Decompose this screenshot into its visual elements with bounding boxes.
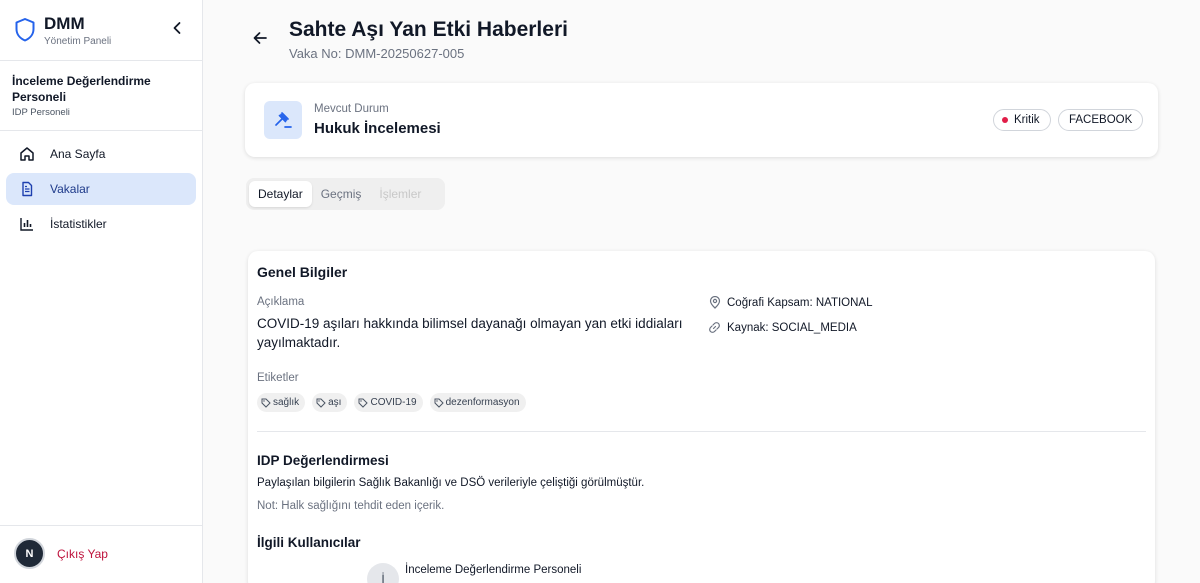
priority-badge: Kritik <box>993 109 1051 131</box>
details-card: Genel Bilgiler Açıklama COVID-19 aşıları… <box>248 251 1155 583</box>
source-text: Kaynak: SOCIAL_MEDIA <box>727 321 857 334</box>
tag: aşı <box>312 393 348 412</box>
description-label: Açıklama <box>257 296 305 308</box>
tag-label: aşı <box>328 397 342 408</box>
status-value: Hukuk İncelemesi <box>314 120 441 137</box>
tag-icon <box>434 398 444 408</box>
brand: DMM Yönetim Paneli <box>14 14 111 47</box>
tag-label: sağlık <box>273 397 300 408</box>
sidebar-item-home[interactable]: Ana Sayfa <box>6 138 196 170</box>
tag-icon <box>316 398 326 408</box>
sidebar-divider <box>0 130 203 131</box>
general-info-title: Genel Bilgiler <box>257 264 348 280</box>
sidebar-item-label: İstatistikler <box>50 217 107 231</box>
tag-label: dezenformasyon <box>445 397 520 408</box>
arrow-left-icon <box>252 30 268 51</box>
sidebar-divider <box>0 60 203 61</box>
related-user: İ İnceleme Değerlendirme Personeli <box>367 563 581 583</box>
home-icon <box>18 145 36 163</box>
bar-chart-icon <box>18 215 36 233</box>
logout-label: Çıkış Yap <box>57 546 108 561</box>
geo-scope: Coğrafi Kapsam: NATIONAL <box>708 296 873 309</box>
gavel-icon <box>264 101 302 139</box>
brand-subtitle: Yönetim Paneli <box>44 36 112 47</box>
current-user: İnceleme Değerlendirme Personeli IDP Per… <box>12 73 192 118</box>
document-icon <box>18 180 36 198</box>
collapse-sidebar-button[interactable] <box>168 20 186 40</box>
tag-icon <box>261 398 271 408</box>
status-label: Mevcut Durum <box>314 103 389 115</box>
tag: sağlık <box>257 393 306 412</box>
map-pin-icon <box>708 296 721 309</box>
back-button[interactable] <box>250 30 270 50</box>
related-users-title: İlgili Kullanıcılar <box>257 535 361 550</box>
priority-dot <box>1002 117 1008 123</box>
logout-button[interactable]: N Çıkış Yap <box>14 538 108 569</box>
page-title: Sahte Aşı Yan Etki Haberleri <box>289 18 568 41</box>
tab-history[interactable]: Geçmiş <box>312 181 371 207</box>
tab-details[interactable]: Detaylar <box>249 181 312 207</box>
sidebar-item-label: Vakalar <box>50 182 90 196</box>
sidebar-item-cases[interactable]: Vakalar <box>6 173 196 205</box>
tab-actions: İşlemler <box>379 187 422 201</box>
brand-title: DMM <box>44 14 85 33</box>
avatar: İ <box>367 563 399 583</box>
link-icon <box>708 321 721 334</box>
source: Kaynak: SOCIAL_MEDIA <box>708 321 857 334</box>
tags-label: Etiketler <box>257 372 299 384</box>
status-card: Mevcut Durum Hukuk İncelemesi Kritik FAC… <box>245 83 1158 157</box>
avatar: N <box>14 538 45 569</box>
section-divider <box>257 431 1146 432</box>
geo-scope-text: Coğrafi Kapsam: NATIONAL <box>727 296 873 309</box>
sidebar: DMM Yönetim Paneli İnceleme Değerlendirm… <box>0 0 203 583</box>
tag-icon <box>358 398 369 408</box>
case-number: Vaka No: DMM-20250627-005 <box>289 46 465 61</box>
sidebar-item-statistics[interactable]: İstatistikler <box>6 208 196 240</box>
idp-assessment-note: Not: Halk sağlığını tehdit eden içerik. <box>257 500 445 512</box>
tag: dezenformasyon <box>429 393 526 412</box>
shield-icon <box>14 17 36 43</box>
related-user-name: İnceleme Değerlendirme Personeli <box>405 564 582 576</box>
sidebar-divider <box>0 525 203 526</box>
priority-label: Kritik <box>1014 114 1040 126</box>
current-user-name: İnceleme Değerlendirme Personeli <box>12 74 151 104</box>
tag-list: sağlık aşı COVID-19 dezenformasyon <box>257 393 533 412</box>
current-user-role: IDP Personeli <box>12 107 70 118</box>
tag-label: COVID-19 <box>370 397 417 408</box>
tab-list: Detaylar Geçmiş İşlemler <box>246 178 445 210</box>
description-text: COVID-19 aşıları hakkında bilimsel dayan… <box>257 316 683 350</box>
tag: COVID-19 <box>354 393 423 412</box>
chevron-left-icon <box>172 21 182 40</box>
sidebar-item-label: Ana Sayfa <box>50 147 106 161</box>
platform-badge: FACEBOOK <box>1058 109 1144 131</box>
idp-assessment-title: IDP Değerlendirmesi <box>257 453 389 468</box>
sidebar-nav: Ana Sayfa Vakalar İstatistikler <box>6 138 196 243</box>
idp-assessment-text: Paylaşılan bilgilerin Sağlık Bakanlığı v… <box>257 477 645 489</box>
